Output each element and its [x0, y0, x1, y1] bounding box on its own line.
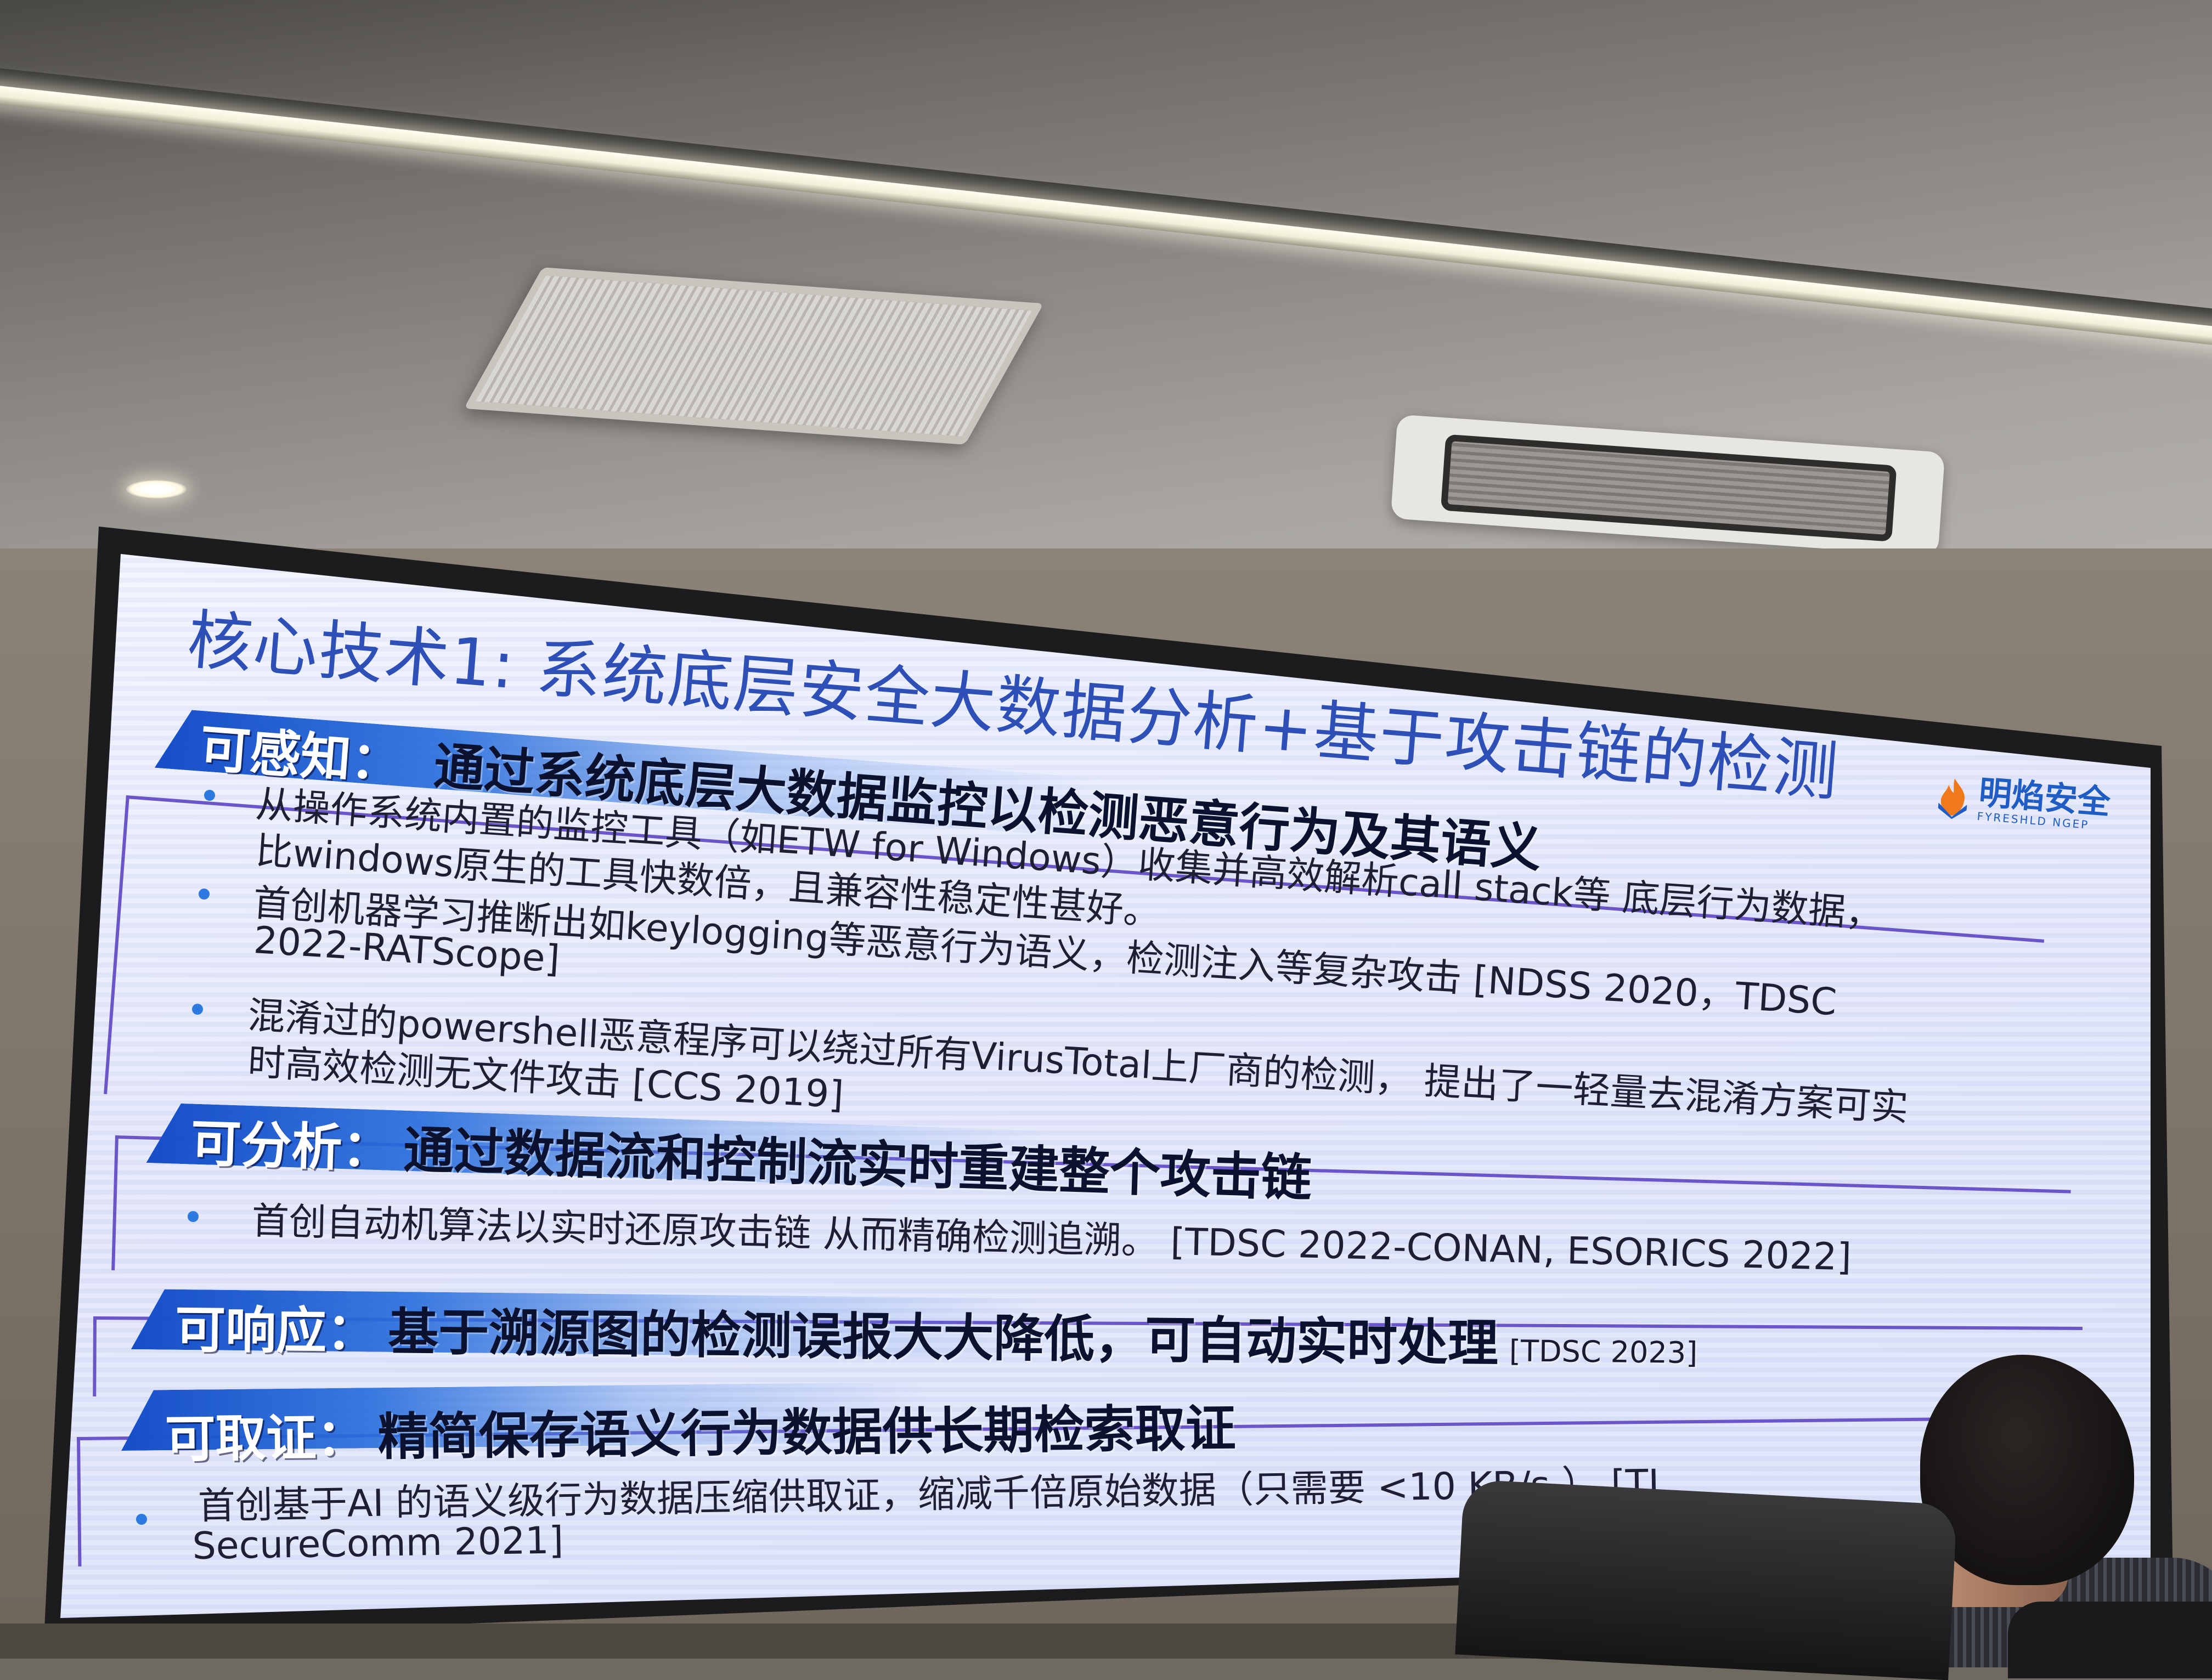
bullet-dot-icon: [136, 1514, 147, 1525]
section-key: 可分析：: [189, 1113, 394, 1179]
chair-back: [2008, 1602, 2212, 1678]
logo-text: 明焰安全 FYRESHLD NGEP: [1977, 773, 2112, 833]
bullet-dot-icon: [188, 1211, 199, 1222]
chair-back: [1455, 1479, 1957, 1680]
bullet-dot-icon: [192, 1004, 203, 1015]
company-logo: 明焰安全 FYRESHLD NGEP: [1929, 772, 2112, 833]
section-heading-forensics: 可取证： 精简保存语义行为数据供长期检索取证: [165, 1388, 1236, 1472]
bullet-dot-icon: [204, 790, 215, 801]
air-conditioner-grille: [1440, 434, 1897, 542]
bullet-text: SecureComm 2021]: [192, 1519, 564, 1568]
section-title: 精简保存语义行为数据供长期检索取证: [377, 1399, 1237, 1467]
bullet-dot-icon: [199, 889, 210, 900]
flame-logo-icon: [1938, 778, 1967, 819]
section-key: 可响应：: [174, 1300, 377, 1361]
ceiling-downlight: [126, 480, 187, 499]
section-reference: [TDSC 2023]: [1509, 1333, 1698, 1371]
section-title: 基于溯源图的检测误报大大降低，可自动实时处理: [387, 1303, 1499, 1373]
section-key: 可取证：: [165, 1408, 368, 1469]
